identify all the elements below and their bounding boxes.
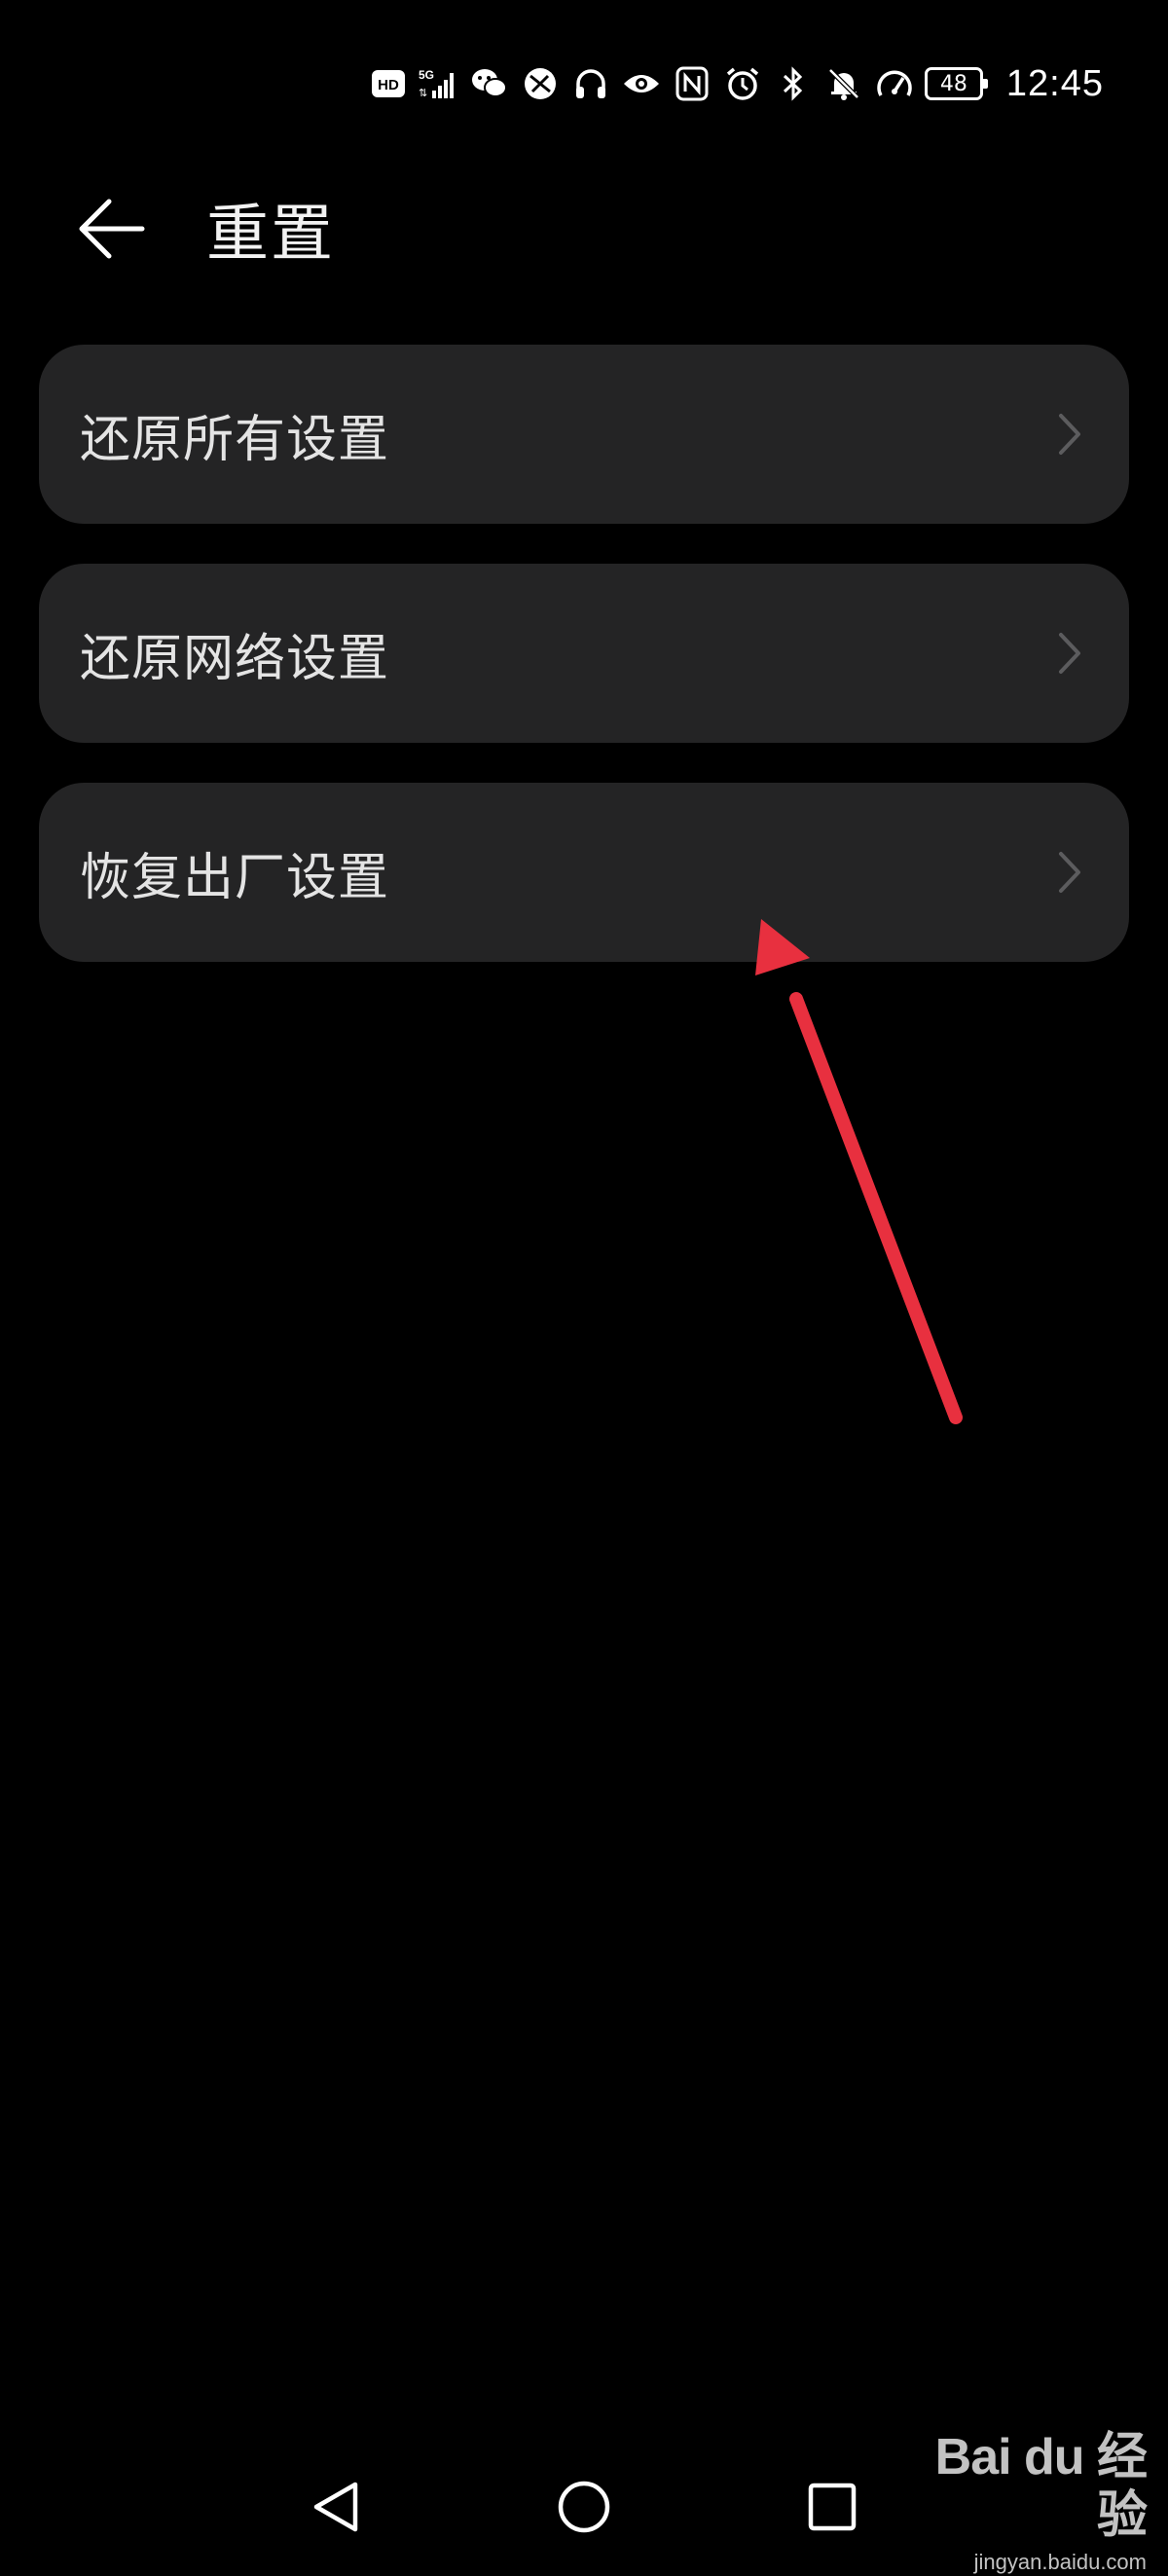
status-time: 12:45 [1005,62,1104,104]
svg-text:5G: 5G [419,68,434,82]
chevron-right-icon [1055,411,1084,458]
reset-options-list: 还原所有设置 还原网络设置 恢复出厂设置 [39,345,1129,1002]
back-arrow-icon [79,199,145,259]
eye-comfort-icon [621,63,662,104]
mute-bell-icon [823,63,864,104]
nfc-icon [672,63,712,104]
nav-back-button[interactable] [302,2473,370,2541]
baidu-jingyan-watermark: Bai du 经验 jingyan.baidu.com [923,2428,1148,2576]
wechat-icon [469,63,510,104]
hd-icon: HD [368,63,409,104]
svg-text:⇅: ⇅ [419,88,427,99]
bluetooth-icon [773,63,814,104]
factory-reset-item[interactable]: 恢复出厂设置 [39,783,1129,962]
reset-network-settings-label: 还原网络设置 [80,629,390,688]
signal-5g-icon: 5G ⇅ [419,63,459,104]
circle-home-icon [558,2481,610,2533]
alarm-icon [722,63,763,104]
chevron-right-icon [1055,630,1084,677]
svg-text:HD: HD [378,77,399,93]
watermark-url: jingyan.baidu.com [973,2550,1147,2574]
status-bar: HD 5G ⇅ 48 12:45 [368,60,1104,107]
headphones-icon [570,63,611,104]
factory-reset-label: 恢复出厂设置 [80,848,390,907]
reset-all-settings-label: 还原所有设置 [80,410,390,469]
watermark-logo: Bai du 经验 [934,2429,1148,2544]
speed-icon [874,63,915,104]
back-button[interactable] [76,190,154,268]
square-recents-icon [808,2483,857,2531]
page-title: 重置 [206,199,335,271]
app-icon [520,63,561,104]
nav-home-button[interactable] [550,2473,618,2541]
nav-recents-button[interactable] [798,2473,866,2541]
battery-indicator: 48 [924,67,988,100]
page-header: 重置 [76,185,335,273]
reset-all-settings-item[interactable]: 还原所有设置 [39,345,1129,524]
chevron-right-icon [1055,849,1084,896]
triangle-back-icon [313,2482,358,2532]
reset-network-settings-item[interactable]: 还原网络设置 [39,564,1129,743]
